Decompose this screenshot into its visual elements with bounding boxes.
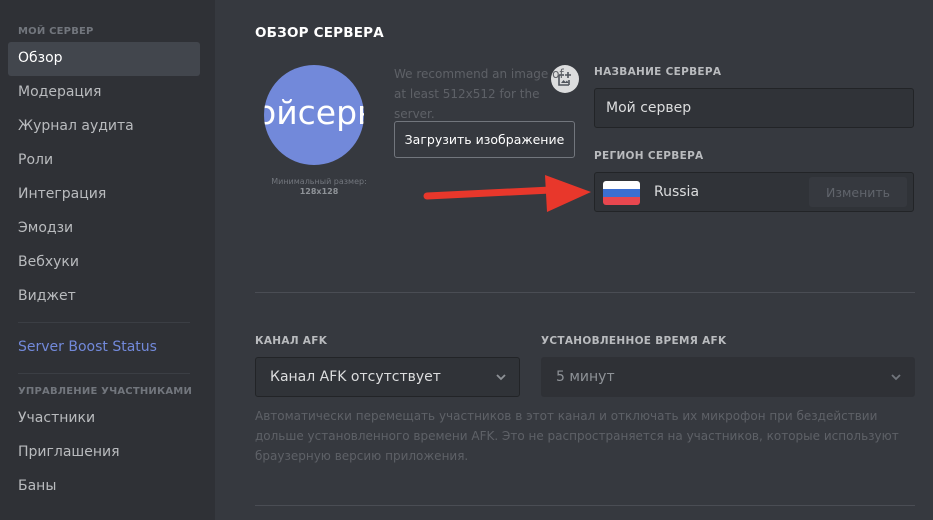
sidebar-divider xyxy=(18,322,190,323)
min-size-value: 128x128 xyxy=(299,187,339,196)
server-avatar-text: ойсерв xyxy=(264,93,364,132)
overview-content: ОБЗОР СЕРВЕРА ойсерв Минимальный размер:… xyxy=(215,0,933,520)
afk-timeout-label: УСТАНОВЛЕННОЕ ВРЕМЯ AFK xyxy=(541,335,727,347)
afk-channel-select[interactable]: Канал AFK отсутствует xyxy=(255,357,520,397)
sidebar-item-invites[interactable]: Приглашения xyxy=(8,436,200,470)
sidebar-item-emoji[interactable]: Эмодзи xyxy=(8,212,200,246)
chevron-down-icon xyxy=(891,374,901,381)
server-name-input[interactable] xyxy=(594,88,914,128)
server-region-field: Russia Изменить xyxy=(594,172,914,212)
red-arrow-annotation xyxy=(423,175,591,212)
afk-channel-label: КАНАЛ AFK xyxy=(255,335,328,347)
sidebar-item-widget[interactable]: Виджет xyxy=(8,280,200,314)
afk-help-text: Автоматически перемещать участников в эт… xyxy=(255,409,899,463)
sidebar-item-webhooks[interactable]: Вебхуки xyxy=(8,246,200,280)
sidebar-header-member-management: УПРАВЛЕНИЕ УЧАСТНИКАМИ xyxy=(18,386,193,397)
region-name: Russia xyxy=(654,184,700,200)
afk-timeout-value: 5 минут xyxy=(556,369,615,385)
afk-channel-value: Канал AFK отсутствует xyxy=(270,369,441,385)
sidebar-item-members[interactable]: Участники xyxy=(8,402,200,436)
server-name-label: НАЗВАНИЕ СЕРВЕРА xyxy=(594,66,722,78)
sidebar-item-integrations[interactable]: Интеграция xyxy=(8,178,200,212)
sidebar-divider xyxy=(18,373,190,374)
image-recommendation: We recommend an image of at least 512x51… xyxy=(394,67,564,121)
sidebar-item-audit-log[interactable]: Журнал аудита xyxy=(8,110,200,144)
change-region-button[interactable]: Изменить xyxy=(809,177,907,207)
min-size-hint: Минимальный размер: 128x128 xyxy=(255,177,383,197)
sidebar-item-bans[interactable]: Баны xyxy=(8,470,200,504)
sidebar-item-moderation[interactable]: Модерация xyxy=(8,76,200,110)
sidebar-item-server-boost-status[interactable]: Server Boost Status xyxy=(8,331,200,365)
page-title: ОБЗОР СЕРВЕРА xyxy=(255,25,384,41)
section-divider xyxy=(255,292,915,293)
sidebar-header-my-server: МОЙ СЕРВЕР xyxy=(18,26,94,37)
min-size-label: Минимальный размер: xyxy=(271,177,367,186)
russia-flag-icon xyxy=(603,181,640,205)
afk-timeout-select[interactable]: 5 минут xyxy=(541,357,915,397)
sidebar-item-roles[interactable]: Роли xyxy=(8,144,200,178)
server-avatar[interactable]: ойсерв xyxy=(264,65,364,165)
server-region-label: РЕГИОН СЕРВЕРА xyxy=(594,150,704,162)
upload-image-button[interactable]: Загрузить изображение xyxy=(394,121,575,158)
sidebar-item-overview[interactable]: Обзор xyxy=(8,42,200,76)
chevron-down-icon xyxy=(496,374,506,381)
server-settings: МОЙ СЕРВЕР Обзор Модерация Журнал аудита… xyxy=(0,0,933,520)
section-divider xyxy=(255,505,915,506)
sidebar: МОЙ СЕРВЕР Обзор Модерация Журнал аудита… xyxy=(0,0,215,520)
